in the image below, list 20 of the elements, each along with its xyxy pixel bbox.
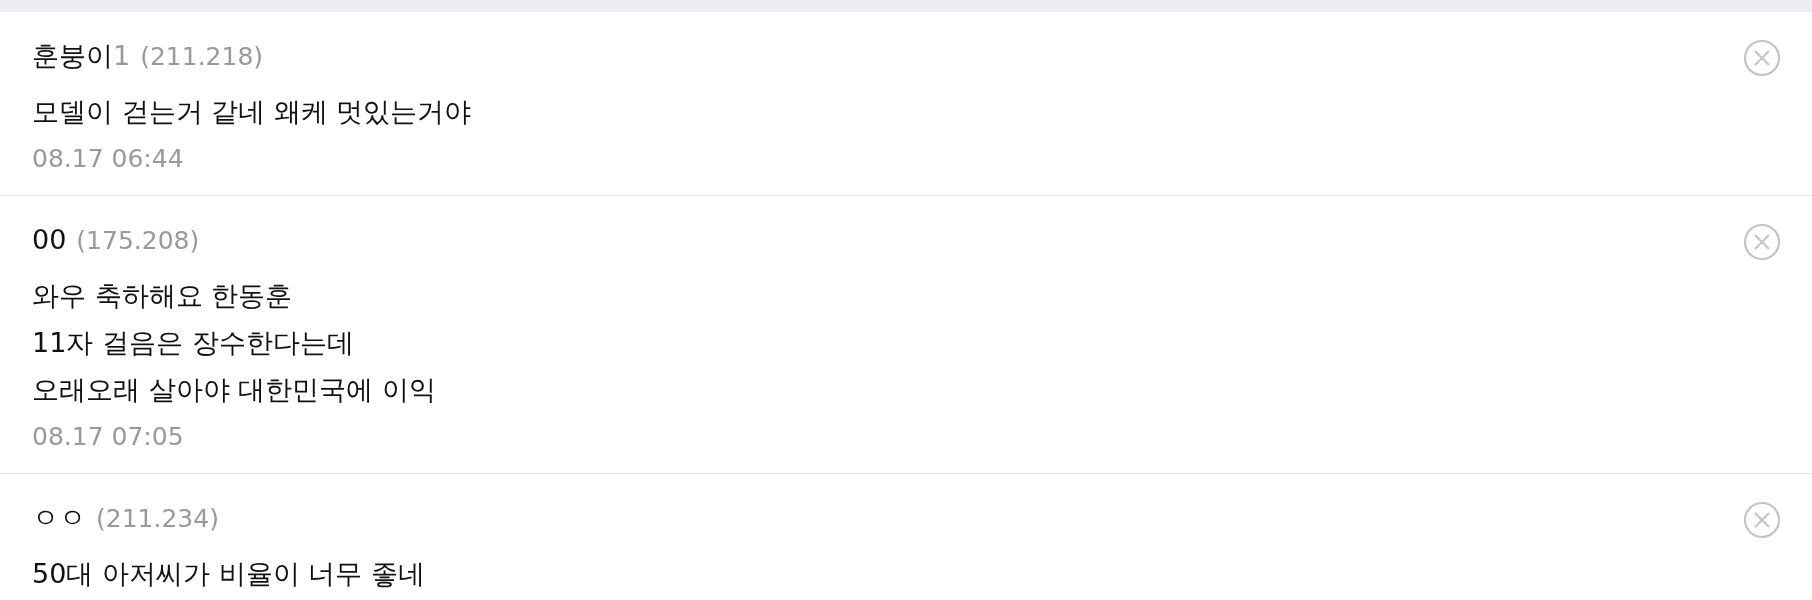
close-icon (1742, 38, 1782, 78)
delete-button[interactable] (1742, 38, 1782, 78)
close-icon (1742, 500, 1782, 540)
ip-address: (175.208) (76, 225, 200, 257)
nickname-suffix: 1 (113, 39, 131, 73)
timestamp: 08.17 06:44 (32, 143, 185, 175)
ip-address: (211.218) (140, 41, 264, 73)
delete-button[interactable] (1742, 222, 1782, 262)
nickname: 훈붕이 (32, 39, 113, 73)
comment-text: 와우 축하해요 한동훈 (32, 279, 294, 313)
comment-text: 오래오래 살아야 대한민국에 이익 (32, 373, 436, 407)
close-icon (1742, 222, 1782, 262)
nickname: 00 (32, 223, 67, 257)
delete-button[interactable] (1742, 500, 1782, 540)
comment-text: 모델이 걷는거 같네 왜케 멋있는거야 (32, 95, 472, 129)
nickname: ㅇㅇ (32, 501, 86, 535)
ip-address: (211.234) (96, 503, 219, 535)
comment-text: 11자 걸음은 장수한다는데 (32, 326, 355, 360)
comment-text: 50대 아저씨가 비율이 너무 좋네 (32, 557, 425, 591)
timestamp: 08.17 07:05 (32, 421, 185, 453)
